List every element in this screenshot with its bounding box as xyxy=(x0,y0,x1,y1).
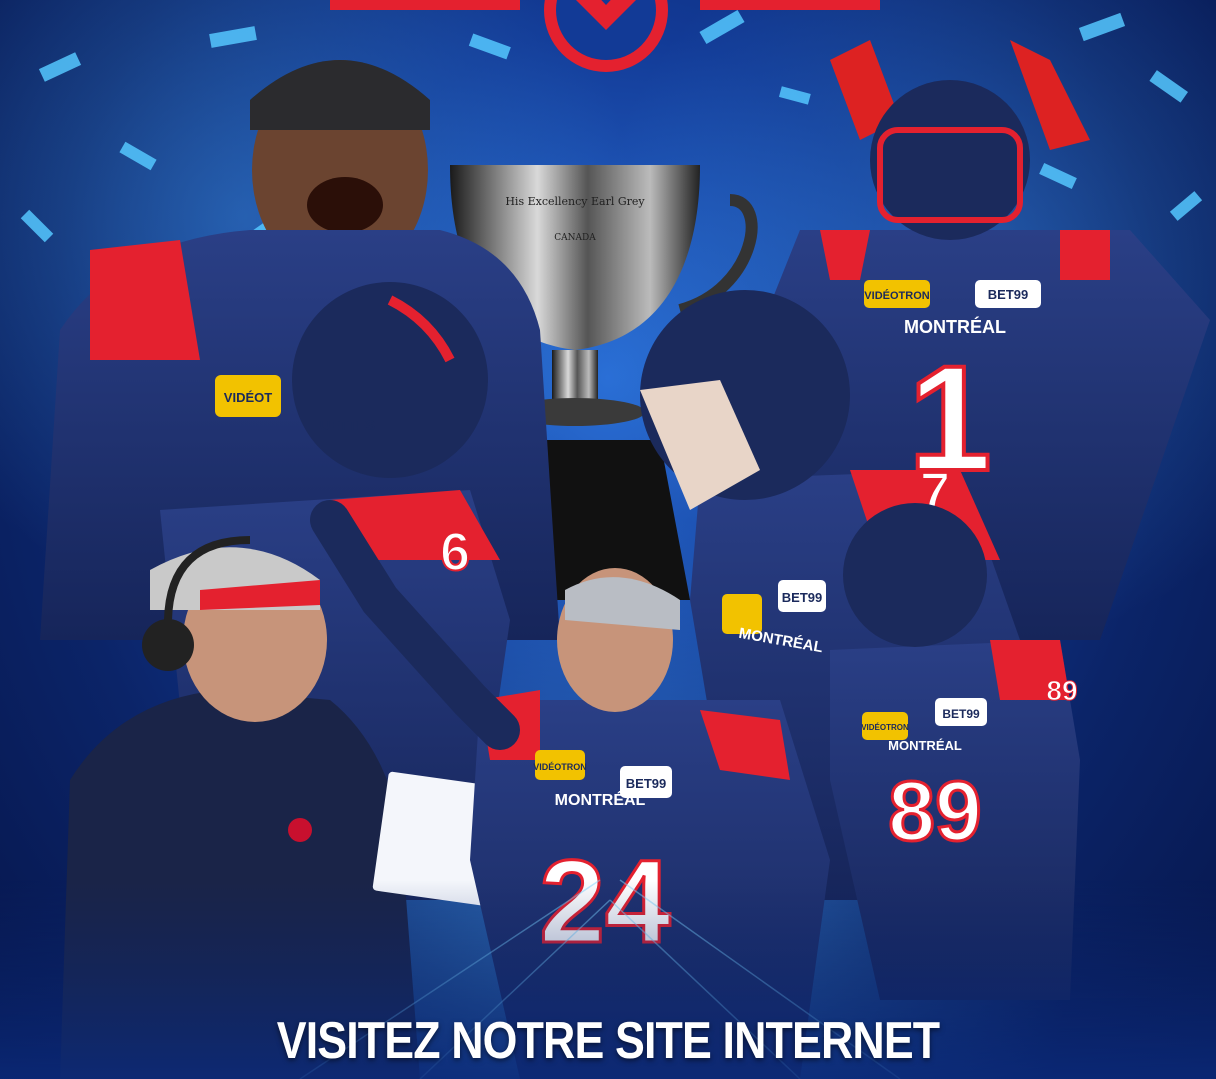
team-collage: His Excellency Earl Grey CANADA VIDÉOT V… xyxy=(0,0,1216,1079)
sponsor-text: VIDÉOT xyxy=(224,390,272,405)
helmet-text: UETTES xyxy=(320,417,375,433)
sponsor-text: VIDÉOTRON xyxy=(864,289,929,302)
trophy-engraving-line: CANADA xyxy=(554,233,596,243)
jersey-number: 6 xyxy=(440,522,470,582)
trophy-engraving: His Excellency Earl Grey xyxy=(505,195,645,208)
champions-poster: His Excellency Earl Grey CANADA VIDÉOT V… xyxy=(0,0,1216,1079)
sleeve-number: 89 xyxy=(1046,675,1077,706)
bet-badge-text: BET99 xyxy=(626,776,666,791)
jersey-number: 89 xyxy=(888,764,981,858)
poppy-icon xyxy=(288,818,312,842)
bet-badge-text: BET99 xyxy=(988,287,1028,302)
team-logo xyxy=(330,0,880,72)
city-text: MONTRÉAL xyxy=(888,738,962,753)
bet-badge-text: BET99 xyxy=(782,590,822,605)
sponsor-text: VIDÉOTRON xyxy=(533,762,587,772)
city-text: MONTRÉAL xyxy=(555,790,646,809)
bet-badge-text: BET99 xyxy=(942,707,980,721)
sponsor-text: VIDÉOTRON xyxy=(861,723,909,732)
visit-website-link[interactable]: VISITEZ NOTRE SITE INTERNET xyxy=(85,1011,1131,1071)
